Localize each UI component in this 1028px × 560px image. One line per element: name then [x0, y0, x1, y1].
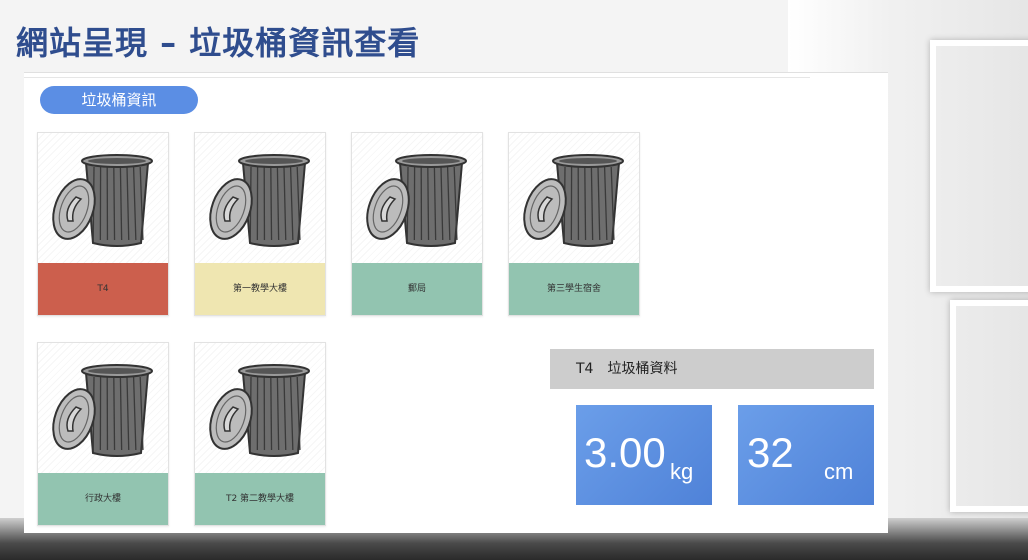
- window-frame-decoration: [950, 300, 1028, 512]
- bin-card[interactable]: 第三學生宿舍: [508, 132, 640, 316]
- weight-unit: kg: [670, 459, 694, 484]
- trash-can-icon: [209, 364, 310, 457]
- window-frame-decoration: [930, 40, 1028, 292]
- weight-metric-card: 3.00 kg: [576, 405, 712, 505]
- trash-can-icon: [52, 364, 153, 457]
- bin-image: [38, 343, 168, 473]
- bin-image: [195, 133, 325, 263]
- height-value: 32: [747, 429, 794, 476]
- bin-label: 第三學生宿舍: [509, 263, 639, 315]
- bin-image: [509, 133, 639, 263]
- trash-can-icon: [366, 154, 467, 247]
- bin-card[interactable]: 行政大樓: [37, 342, 169, 526]
- trash-can-icon: [209, 154, 310, 247]
- weight-value: 3.00: [584, 429, 666, 476]
- height-metric-card: 32 cm: [738, 405, 874, 505]
- section-pill-bin-info[interactable]: 垃圾桶資訊: [40, 86, 198, 114]
- header-divider: [24, 77, 810, 78]
- bin-label: 行政大樓: [38, 473, 168, 525]
- bin-detail-header: T4 垃圾桶資料: [550, 349, 874, 389]
- bin-card[interactable]: 第一教學大樓: [194, 132, 326, 316]
- trash-can-icon: [52, 154, 153, 247]
- bin-label: 郵局: [352, 263, 482, 315]
- web-page-screenshot: 垃圾桶資訊 T4 第一教學大樓 郵局 第三學生宿舍 行政大樓 T2 第二教學大樓…: [24, 72, 888, 533]
- bin-card[interactable]: 郵局: [351, 132, 483, 316]
- bin-image: [38, 133, 168, 263]
- slide-title: 網站呈現 – 垃圾桶資訊查看: [16, 24, 421, 62]
- bin-label: 第一教學大樓: [195, 263, 325, 315]
- bin-image: [195, 343, 325, 473]
- bin-card[interactable]: T4: [37, 132, 169, 316]
- trash-can-icon: [523, 154, 624, 247]
- bin-label: T4: [38, 263, 168, 315]
- bin-card[interactable]: T2 第二教學大樓: [194, 342, 326, 526]
- height-unit: cm: [824, 459, 854, 484]
- bin-image: [352, 133, 482, 263]
- bin-label: T2 第二教學大樓: [195, 473, 325, 525]
